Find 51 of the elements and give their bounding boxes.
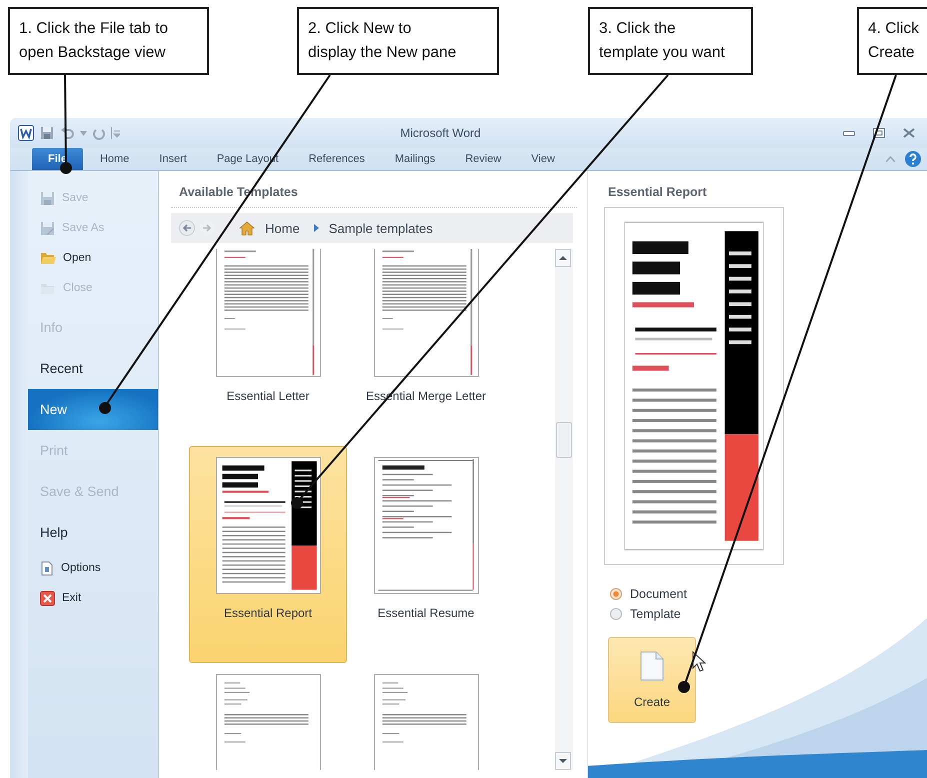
window-title: Microsoft Word — [399, 126, 482, 140]
create-button[interactable]: Create — [608, 637, 696, 723]
template-card[interactable]: Essential Report — [189, 446, 347, 663]
help-icon[interactable] — [905, 151, 921, 167]
menu-item[interactable]: Exit — [28, 583, 158, 613]
ribbon-tab[interactable]: View — [518, 148, 568, 170]
scrollbar[interactable] — [555, 249, 573, 770]
menu-item[interactable]: New — [28, 389, 158, 430]
radio-button[interactable] — [610, 608, 622, 620]
callout-box: 2. Click New to display the New pane — [297, 7, 499, 75]
radio-option[interactable]: Template — [610, 607, 927, 621]
mouse-pointer-icon — [692, 651, 706, 672]
save-as-icon — [40, 220, 55, 236]
preview-title: Essential Report — [607, 184, 708, 201]
exit-icon — [40, 590, 55, 606]
scroll-up-icon[interactable] — [555, 249, 571, 267]
scroll-thumb[interactable] — [556, 422, 572, 458]
ribbon-tab[interactable]: Review — [452, 148, 514, 170]
undo-icon[interactable] — [60, 126, 74, 140]
callout-box: 1. Click the File tab to open Backstage view — [8, 7, 209, 75]
menu-item[interactable]: Help — [28, 512, 158, 553]
menu-item[interactable]: Open — [28, 243, 158, 273]
home-icon[interactable] — [239, 220, 255, 236]
scroll-down-icon[interactable] — [555, 752, 571, 770]
template-card[interactable]: Essential Resume — [347, 446, 505, 663]
caret-icon[interactable] — [80, 130, 87, 136]
breadcrumb-link[interactable]: Home — [259, 220, 310, 236]
word-logo-icon[interactable] — [18, 125, 34, 141]
save-icon[interactable] — [40, 126, 54, 140]
save-icon — [40, 190, 55, 206]
callout-box: 3. Click the template you want — [588, 7, 753, 75]
document-icon — [640, 651, 664, 681]
radio-button[interactable] — [610, 588, 622, 600]
ribbon-tab[interactable]: Home — [86, 148, 142, 170]
ribbon-tab[interactable]: Mailings — [382, 148, 448, 170]
menu-item[interactable]: Options — [28, 553, 158, 583]
breadcrumb-link[interactable]: Sample templates — [322, 220, 443, 236]
chevron-right-icon — [314, 224, 319, 232]
callout-box: 4. Click Create — [857, 7, 927, 75]
radio-option[interactable]: Document — [610, 587, 927, 601]
document-icon — [40, 560, 54, 576]
close-icon[interactable] — [903, 128, 915, 138]
ribbon-tab[interactable]: Insert — [146, 148, 200, 170]
minimize-icon[interactable] — [843, 129, 855, 137]
template-card[interactable]: Essential Letter — [189, 249, 347, 446]
folder-icon — [40, 251, 56, 265]
customize-icon[interactable] — [111, 127, 120, 139]
back-icon[interactable] — [179, 220, 195, 236]
menu-item[interactable]: Recent — [28, 348, 158, 389]
collapse-ribbon-icon[interactable] — [886, 156, 895, 162]
ribbon-tab[interactable]: References — [296, 148, 378, 170]
